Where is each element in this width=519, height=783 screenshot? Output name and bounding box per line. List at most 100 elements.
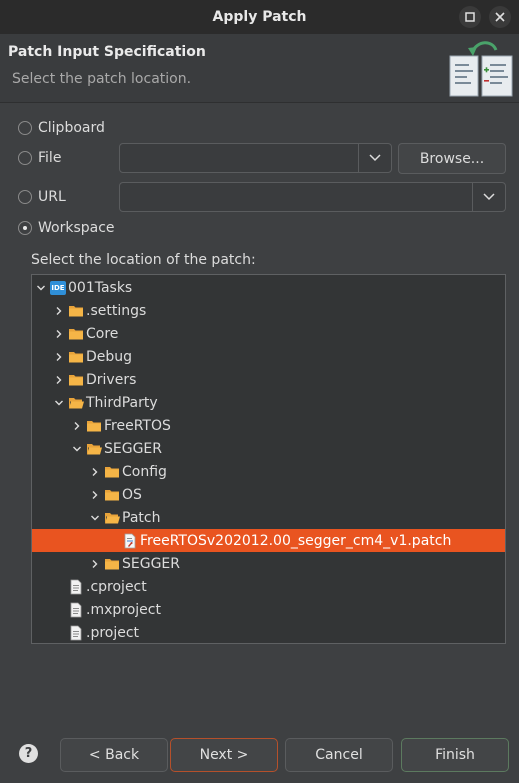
folder-icon [69,374,83,385]
maximize-icon [465,12,475,22]
folder-open-icon [68,395,84,411]
chevron-right-icon[interactable] [54,306,64,316]
file-path-combo[interactable] [119,143,392,173]
tree-item-label: 001Tasks [68,279,133,296]
chevron-right-icon[interactable] [90,467,100,477]
chevron-down-icon [483,193,495,201]
folder-icon [105,558,119,569]
chevron-right-icon[interactable] [54,375,64,385]
tree-no-chevron [54,582,64,592]
workspace-radio-button[interactable] [18,221,32,235]
chevron-right-icon[interactable] [90,490,100,500]
folder-icon [104,464,120,480]
folder-open-icon [87,443,102,454]
url-combo[interactable] [119,182,506,212]
tree-item[interactable]: OS [32,483,505,506]
wizard-header: Patch Input Specification Select the pat… [0,34,519,102]
window-title: Apply Patch [212,9,307,25]
tree-item[interactable]: .mxproject [32,598,505,621]
finish-button[interactable]: Finish [401,738,509,772]
tree-item-label: SEGGER [122,555,181,572]
folder-icon [68,303,84,319]
file-icon [70,579,82,594]
apply-patch-dialog: Apply Patch Patch Input Specification Se… [0,0,519,783]
tree-item[interactable]: SEGGER [32,437,505,460]
tree-item[interactable]: Config [32,460,505,483]
folder-icon [69,305,83,316]
browse-button[interactable]: Browse... [398,143,506,174]
file-radio[interactable]: File [18,150,61,166]
chevron-down-icon[interactable] [54,398,64,408]
back-button[interactable]: < Back [60,738,168,772]
tree-item-label: .cproject [86,578,147,595]
url-radio[interactable]: URL [18,189,66,205]
chevron-right-icon[interactable] [54,329,64,339]
workspace-tree[interactable]: IDE 001Tasks .settings Core Debug Drivers Thir… [31,274,506,644]
file-label: File [38,150,62,166]
tree-item-label: Patch [122,509,161,526]
tree-item[interactable]: Drivers [32,368,505,391]
folder-icon [105,489,119,500]
file-icon [68,625,84,641]
chevron-right-icon[interactable] [72,421,82,431]
clipboard-radio-button[interactable] [18,121,32,135]
workspace-radio[interactable]: Workspace [18,220,115,236]
url-label: URL [38,189,66,205]
folder-icon [68,326,84,342]
folder-open-icon [69,397,84,408]
header-separator [0,102,519,103]
file-radio-button[interactable] [18,151,32,165]
folder-icon [68,372,84,388]
clipboard-radio[interactable]: Clipboard [18,120,105,136]
tree-no-chevron [108,536,118,546]
chevron-down-icon[interactable] [72,444,82,454]
maximize-button[interactable] [459,6,481,28]
tree-item[interactable]: Patch [32,506,505,529]
tree-item-label: FreeRTOSv202012.00_segger_cm4_v1.patch [140,532,452,549]
tree-item[interactable]: .cproject [32,575,505,598]
folder-open-icon [105,512,120,523]
tree-no-chevron [54,605,64,615]
tree-item-label: ThirdParty [86,394,158,411]
url-dropdown-button[interactable] [472,183,505,211]
file-icon [70,625,82,640]
close-button[interactable] [489,6,511,28]
tree-item[interactable]: Debug [32,345,505,368]
folder-icon [104,556,120,572]
patch-file-icon [122,533,138,549]
tree-item-label: Drivers [86,371,137,388]
file-icon [68,579,84,595]
apply-patch-banner-icon [446,38,516,102]
page-subtitle: Select the patch location. [12,71,192,87]
tree-item[interactable]: SEGGER [32,552,505,575]
cancel-button[interactable]: Cancel [285,738,393,772]
chevron-down-icon[interactable] [36,283,46,293]
folder-icon [69,351,83,362]
tree-item[interactable]: .settings [32,299,505,322]
tree-item[interactable]: ThirdParty [32,391,505,414]
tree-item-label: FreeRTOS [104,417,171,434]
tree-item-label: OS [122,486,142,503]
tree-item[interactable]: IDE 001Tasks [32,276,505,299]
chevron-down-icon[interactable] [90,513,100,523]
file-icon [68,602,84,618]
title-bar: Apply Patch [0,0,519,34]
url-radio-button[interactable] [18,190,32,204]
workspace-label: Workspace [38,220,115,236]
next-button[interactable]: Next > [170,738,278,772]
folder-open-icon [86,441,102,457]
file-dropdown-button[interactable] [358,144,391,172]
chevron-right-icon[interactable] [54,352,64,362]
tree-no-chevron [54,628,64,638]
folder-open-icon [104,510,120,526]
tree-item-label: .settings [86,302,147,319]
tree-item[interactable]: .project [32,621,505,643]
patch-file-icon [124,533,136,548]
chevron-right-icon[interactable] [90,559,100,569]
tree-item-selected[interactable]: FreeRTOSv202012.00_segger_cm4_v1.patch [32,529,505,552]
tree-item[interactable]: Core [32,322,505,345]
help-button[interactable]: ? [19,744,38,763]
folder-icon [68,349,84,365]
tree-item-label: .mxproject [86,601,161,618]
tree-item[interactable]: FreeRTOS [32,414,505,437]
